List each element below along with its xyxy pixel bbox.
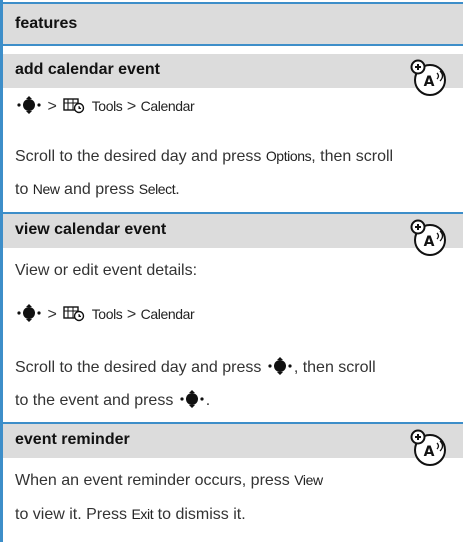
exit-key-label: Exit bbox=[131, 506, 154, 522]
nav-calendar-label: Calendar bbox=[140, 98, 195, 114]
network-operator-feature-icon: A bbox=[410, 429, 446, 466]
view-key-label: View bbox=[294, 472, 323, 488]
network-operator-feature-icon: A bbox=[410, 219, 446, 256]
section-body-line: to the event and press . bbox=[15, 390, 211, 409]
nav-separator: > bbox=[126, 98, 137, 115]
features-header: features bbox=[3, 4, 463, 44]
section-title: view calendar event bbox=[15, 221, 167, 238]
tools-icon bbox=[63, 98, 85, 114]
section-body-line: to New and press Select. bbox=[15, 181, 180, 198]
nav-key-icon bbox=[17, 304, 41, 322]
svg-text:A: A bbox=[424, 74, 435, 90]
nav-tools-label: Tools bbox=[91, 98, 123, 114]
svg-text:A: A bbox=[424, 234, 435, 250]
nav-key-icon bbox=[17, 96, 41, 114]
features-title: features bbox=[15, 15, 78, 32]
section-add-calendar-event-header: add calendar event bbox=[3, 54, 463, 88]
options-key-label: Options bbox=[265, 148, 312, 164]
network-operator-feature-icon: A bbox=[410, 59, 446, 96]
section-body-line: Scroll to the desired day and press Opti… bbox=[15, 148, 394, 165]
nav-separator: > bbox=[47, 98, 57, 115]
nav-key-icon bbox=[268, 357, 292, 375]
section-view-calendar-event-header: view calendar event bbox=[3, 214, 463, 248]
select-key-label: Select bbox=[138, 181, 176, 197]
section-title: event reminder bbox=[15, 431, 130, 448]
new-key-label: New bbox=[32, 181, 60, 197]
nav-key-icon bbox=[180, 390, 204, 408]
section-body-line: Scroll to the desired day and press , th… bbox=[15, 357, 376, 376]
nav-path: > Tools > Calendar bbox=[15, 96, 195, 116]
tools-icon bbox=[63, 306, 85, 322]
svg-text:A: A bbox=[424, 444, 435, 460]
nav-calendar-label: Calendar bbox=[140, 306, 195, 322]
nav-separator: > bbox=[47, 306, 57, 323]
section-body-line: to view it. Press Exit to dismiss it. bbox=[15, 506, 246, 523]
nav-tools-label: Tools bbox=[91, 306, 123, 322]
section-event-reminder-header: event reminder bbox=[3, 424, 463, 458]
section-body-line: When an event reminder occurs, press Vie… bbox=[15, 472, 323, 489]
nav-separator: > bbox=[126, 306, 137, 323]
section-intro: View or edit event details: bbox=[15, 262, 198, 279]
header-bottom-rule bbox=[3, 44, 463, 46]
nav-path: > Tools > Calendar bbox=[15, 304, 195, 324]
section-title: add calendar event bbox=[15, 61, 160, 78]
